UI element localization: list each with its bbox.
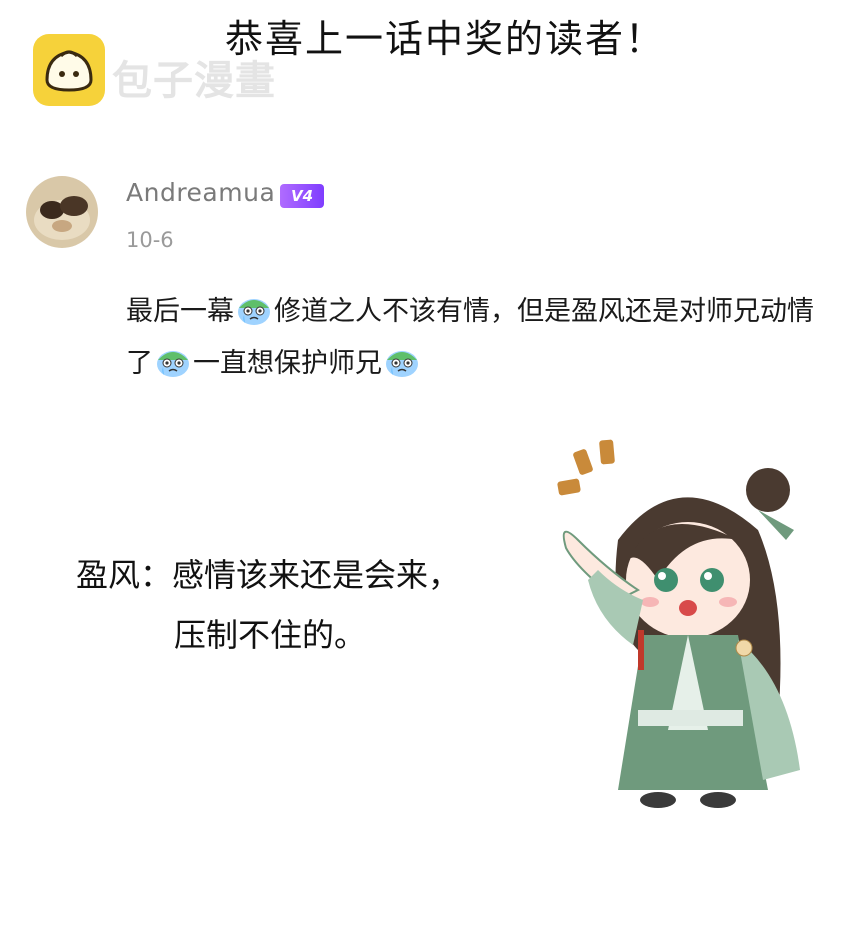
crying-face-emoji-icon [384,344,420,377]
comment-date: 10-6 [126,228,174,252]
vip-badge: V4 [280,184,324,208]
bun-logo-icon [33,34,105,106]
caption-line-1: 盈风：感情该来还是会来， [76,556,461,594]
username[interactable]: Andreamua [126,178,275,207]
crying-face-emoji-icon [236,292,272,325]
comment-text: 最后一幕 修道之人不该有情，但是盈风还是对师兄动情了 一直想保护师兄 [126,286,836,390]
chibi-character-illustration [538,430,838,830]
crying-face-emoji-icon [155,344,191,377]
caption-quote: 盈风：感情该来还是会来， 压制不住的。 [76,545,460,665]
cat-avatar-icon[interactable] [26,176,98,248]
watermark-text: 包子漫畫 [112,58,276,104]
comment-text-part: 最后一幕 [126,296,234,327]
comment-text-part: 一直想保护师兄 [193,348,382,379]
caption-line-2: 压制不住的。 [174,616,367,654]
